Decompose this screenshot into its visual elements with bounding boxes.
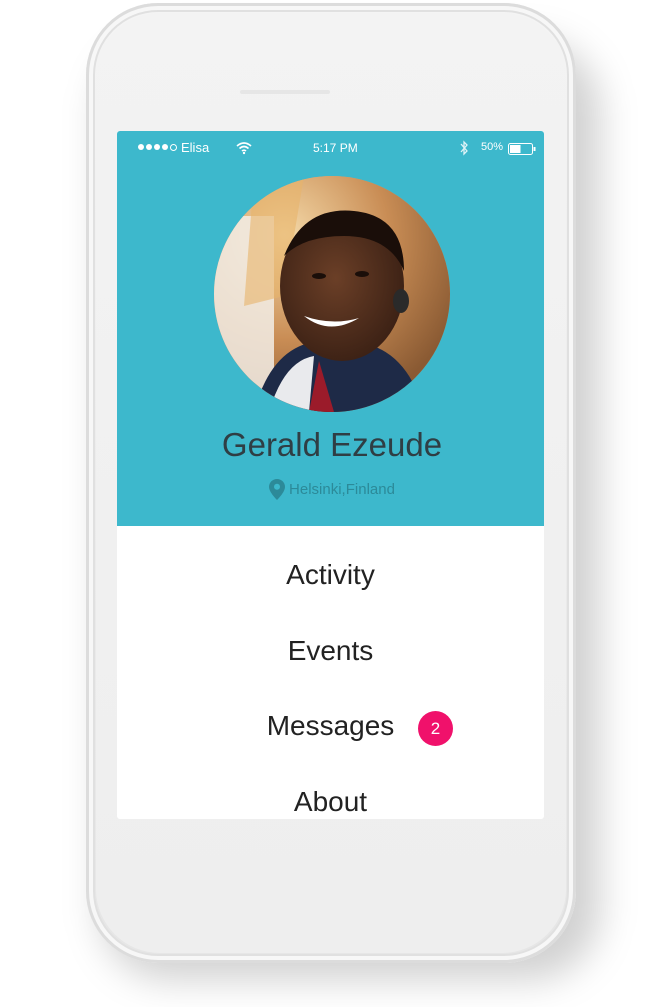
menu-item-messages[interactable]: Messages bbox=[117, 710, 544, 742]
avatar-photo bbox=[214, 176, 450, 412]
carrier-name: Elisa bbox=[181, 140, 210, 155]
signal-dot bbox=[146, 144, 152, 150]
battery-icon bbox=[508, 143, 536, 155]
bluetooth-icon bbox=[460, 140, 468, 156]
profile-avatar[interactable] bbox=[214, 176, 450, 412]
menu-item-activity[interactable]: Activity bbox=[117, 559, 544, 591]
messages-badge: 2 bbox=[418, 711, 453, 746]
profile-header: Elisa 5:17 PM 50% Gerald Ezeude Helsinki… bbox=[117, 131, 544, 526]
signal-dot-empty bbox=[170, 144, 177, 151]
phone-screen: Elisa 5:17 PM 50% Gerald Ezeude Helsinki… bbox=[117, 131, 544, 819]
status-bar: Elisa 5:17 PM 50% bbox=[117, 131, 544, 167]
map-pin-icon bbox=[269, 479, 286, 500]
signal-dot bbox=[162, 144, 168, 150]
profile-location: Helsinki,Finland bbox=[117, 479, 544, 500]
wifi-icon bbox=[236, 142, 252, 155]
battery-fill bbox=[510, 145, 521, 153]
home-button[interactable] bbox=[283, 870, 377, 920]
location-label: Helsinki,Finland bbox=[289, 481, 395, 498]
menu-item-about[interactable]: About bbox=[117, 786, 544, 818]
signal-dot bbox=[138, 144, 144, 150]
menu-item-label: Events bbox=[287, 635, 374, 666]
signal-dot bbox=[154, 144, 160, 150]
phone-speaker bbox=[240, 90, 330, 94]
menu-item-events[interactable]: Events bbox=[117, 635, 544, 667]
menu-item-label: Activity bbox=[286, 559, 375, 590]
status-left: Elisa bbox=[138, 140, 209, 155]
menu-item-label: About bbox=[293, 786, 368, 817]
battery-percent: 50% bbox=[481, 141, 504, 153]
signal-dots-icon bbox=[138, 144, 177, 151]
status-time: 5:17 PM bbox=[313, 141, 358, 155]
menu-item-label: Messages bbox=[266, 710, 395, 741]
profile-name: Gerald Ezeude bbox=[221, 426, 443, 463]
